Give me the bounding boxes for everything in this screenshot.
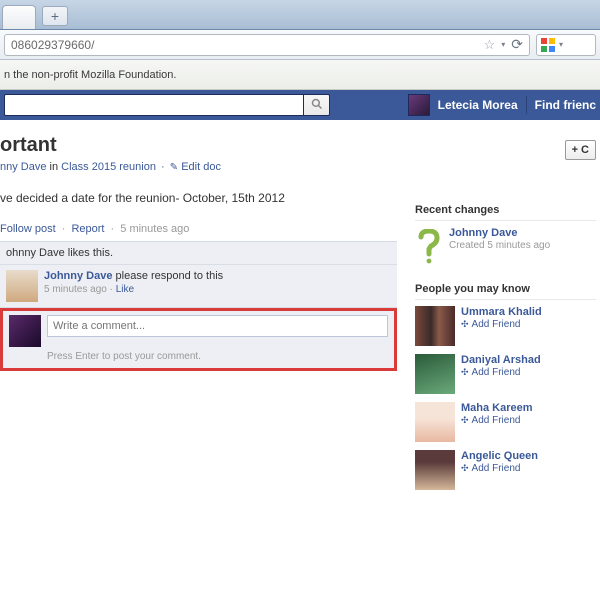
add-friend-link[interactable]: ✣Add Friend — [461, 415, 533, 426]
pymk-avatar[interactable] — [415, 354, 455, 394]
recent-changes-heading: Recent changes — [415, 204, 596, 221]
google-icon — [541, 38, 555, 52]
add-button[interactable]: + C — [565, 140, 596, 160]
pymk-name[interactable]: Daniyal Arshad — [461, 354, 541, 366]
header-right: Letecia Morea Find frienc — [408, 94, 596, 116]
search-button[interactable] — [304, 94, 330, 116]
right-column: Recent changes Johnny Dave Created 5 min… — [415, 134, 600, 506]
search-input[interactable] — [4, 94, 304, 116]
add-friend-icon: ✣ — [461, 367, 469, 378]
doc-body: ve decided a date for the reunion- Octob… — [0, 191, 397, 205]
post-time: 5 minutes ago — [120, 223, 189, 235]
pymk-avatar[interactable] — [415, 402, 455, 442]
find-friends-link[interactable]: Find frienc — [535, 98, 596, 112]
facebook-header: Letecia Morea Find frienc — [0, 90, 600, 120]
header-divider — [526, 96, 527, 114]
follow-post-link[interactable]: Follow post — [0, 223, 56, 235]
author-link[interactable]: nny Dave — [0, 161, 46, 173]
search-engine-box[interactable]: ▾ — [536, 34, 596, 56]
recent-change-name[interactable]: Johnny Dave — [449, 227, 550, 239]
comment-like-link[interactable]: Like — [116, 284, 134, 295]
pymk-item: Daniyal Arshad ✣Add Friend — [415, 354, 596, 394]
url-text: 086029379660/ — [11, 38, 484, 52]
add-friend-link[interactable]: ✣Add Friend — [461, 367, 541, 378]
likes-row: ohnny Dave likes this. — [0, 242, 397, 265]
question-mark-icon — [415, 227, 443, 267]
comment-text: Johnny Dave please respond to this 5 min… — [44, 270, 223, 302]
pymk-heading: People you may know — [415, 283, 596, 300]
pymk-avatar[interactable] — [415, 306, 455, 346]
add-friend-icon: ✣ — [461, 463, 469, 474]
comment-block: ohnny Dave likes this. Johnny Dave pleas… — [0, 241, 397, 371]
pymk-section: People you may know Ummara Khalid ✣Add F… — [415, 283, 596, 490]
bookmark-bar: n the non-profit Mozilla Foundation. — [0, 60, 600, 90]
new-tab-button[interactable]: + — [42, 6, 68, 26]
write-row — [9, 315, 388, 347]
comment-input[interactable] — [47, 315, 388, 337]
pymk-item: Maha Kareem ✣Add Friend — [415, 402, 596, 442]
write-comment-box: Press Enter to post your comment. — [0, 308, 397, 371]
edit-doc-link[interactable]: Edit doc — [181, 161, 221, 173]
browser-tab-bar: + — [0, 0, 600, 30]
group-link[interactable]: Class 2015 reunion — [61, 161, 156, 173]
my-avatar[interactable] — [9, 315, 41, 347]
recent-change-item: Johnny Dave Created 5 minutes ago — [415, 227, 596, 267]
browser-tab[interactable] — [2, 5, 36, 29]
post-actions: Follow post · Report · 5 minutes ago — [0, 223, 397, 235]
pymk-item: Ummara Khalid ✣Add Friend — [415, 306, 596, 346]
pymk-item: Angelic Queen ✣Add Friend — [415, 450, 596, 490]
comment-hint: Press Enter to post your comment. — [47, 351, 388, 362]
refresh-icon[interactable]: ⟳ — [511, 36, 523, 53]
recent-changes-section: Recent changes Johnny Dave Created 5 min… — [415, 204, 596, 267]
search-icon — [311, 98, 323, 113]
commenter-name[interactable]: Johnny Dave — [44, 270, 112, 282]
pymk-name[interactable]: Ummara Khalid — [461, 306, 542, 318]
report-link[interactable]: Report — [71, 223, 104, 235]
url-tools: ☆ ▾ ⟳ — [484, 36, 523, 53]
doc-title: ortant — [0, 134, 397, 157]
search-wrap — [4, 94, 408, 116]
profile-link[interactable]: Letecia Morea — [438, 98, 518, 112]
commenter-avatar[interactable] — [6, 270, 38, 302]
pencil-icon: ✎ — [170, 162, 178, 173]
avatar[interactable] — [408, 94, 430, 116]
pymk-avatar[interactable] — [415, 450, 455, 490]
content: ortant nny Dave in Class 2015 reunion · … — [0, 120, 600, 506]
bookmark-star-icon[interactable]: ☆ — [484, 37, 496, 53]
pymk-name[interactable]: Maha Kareem — [461, 402, 533, 414]
add-friend-link[interactable]: ✣Add Friend — [461, 463, 538, 474]
byline: nny Dave in Class 2015 reunion · ✎ Edit … — [0, 161, 397, 173]
search-engine-dropdown-icon[interactable]: ▾ — [559, 40, 563, 49]
bookmark-bar-text: n the non-profit Mozilla Foundation. — [4, 69, 176, 81]
add-friend-icon: ✣ — [461, 319, 469, 330]
url-input[interactable]: 086029379660/ ☆ ▾ ⟳ — [4, 34, 530, 56]
comment-meta: 5 minutes ago · Like — [44, 284, 223, 295]
main-column: ortant nny Dave in Class 2015 reunion · … — [0, 134, 415, 506]
comment-row: Johnny Dave please respond to this 5 min… — [0, 265, 397, 308]
browser-url-row: 086029379660/ ☆ ▾ ⟳ ▾ — [0, 30, 600, 60]
add-friend-link[interactable]: ✣Add Friend — [461, 319, 542, 330]
add-friend-icon: ✣ — [461, 415, 469, 426]
comment-time: 5 minutes ago — [44, 284, 107, 295]
url-dropdown-icon[interactable]: ▾ — [501, 40, 505, 49]
pymk-name[interactable]: Angelic Queen — [461, 450, 538, 462]
recent-change-sub: Created 5 minutes ago — [449, 240, 550, 251]
